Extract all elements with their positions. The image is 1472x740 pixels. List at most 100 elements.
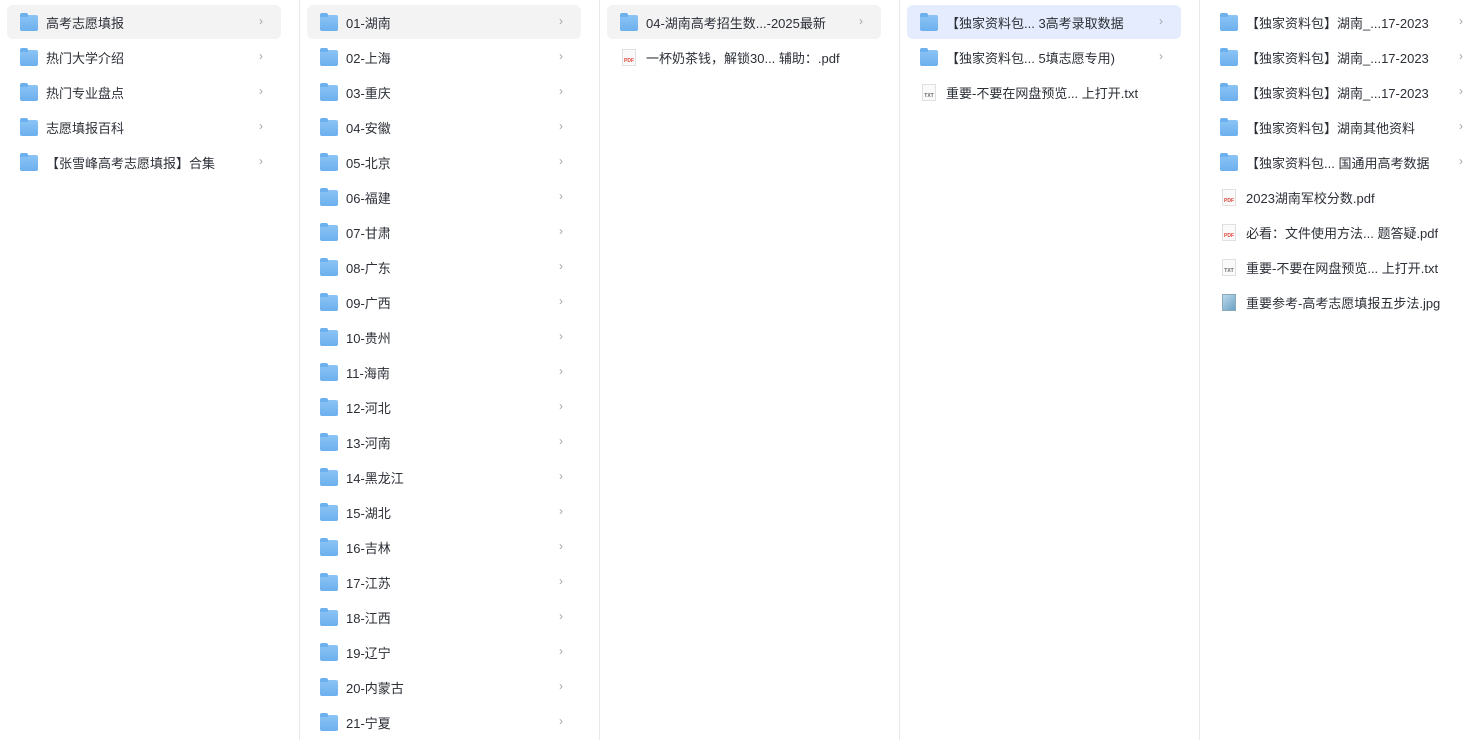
folder-item[interactable]: 热门专业盘点 › bbox=[7, 75, 281, 109]
folder-icon bbox=[320, 117, 338, 136]
item-label: 21-宁夏 bbox=[346, 715, 391, 731]
item-label: 重要-不要在网盘预览... 上打开.txt bbox=[946, 85, 1139, 101]
item-label: 14-黑龙江 bbox=[346, 470, 404, 486]
folder-item[interactable]: 18-江西 › bbox=[307, 600, 581, 634]
folder-item[interactable]: 【张雪峰高考志愿填报】合集 › bbox=[7, 145, 281, 179]
folder-item[interactable]: 15-湖北 › bbox=[307, 495, 581, 529]
item-label: 热门大学介绍 bbox=[46, 50, 125, 66]
folder-icon bbox=[920, 12, 938, 31]
folder-item[interactable]: 20-内蒙古 › bbox=[307, 670, 581, 704]
chevron-right-icon: › bbox=[559, 14, 563, 28]
folder-item[interactable]: 03-重庆 › bbox=[307, 75, 581, 109]
folder-item[interactable]: 13-河南 › bbox=[307, 425, 581, 459]
item-label: 09-广西 bbox=[346, 295, 391, 311]
chevron-right-icon: › bbox=[559, 329, 563, 343]
chevron-right-icon: › bbox=[259, 119, 263, 133]
folder-icon bbox=[20, 47, 38, 66]
chevron-right-icon: › bbox=[559, 399, 563, 413]
folder-item[interactable]: 21-宁夏 › bbox=[307, 705, 581, 739]
chevron-right-icon: › bbox=[559, 504, 563, 518]
chevron-right-icon: › bbox=[259, 154, 263, 168]
file-item[interactable]: PDF 必看：文件使用方法... 题答疑.pdf bbox=[1207, 215, 1472, 249]
folder-item[interactable]: 09-广西 › bbox=[307, 285, 581, 319]
folder-item[interactable]: 04-湖南高考招生数...-2025最新 › bbox=[607, 5, 881, 39]
folder-item[interactable]: 04-安徽 › bbox=[307, 110, 581, 144]
item-label: 【张雪峰高考志愿填报】合集 bbox=[46, 155, 216, 171]
chevron-right-icon: › bbox=[559, 154, 563, 168]
folder-item[interactable]: 06-福建 › bbox=[307, 180, 581, 214]
file-type-badge: PDF bbox=[1224, 197, 1234, 204]
item-label: 2023湖南军校分数.pdf bbox=[1246, 190, 1375, 206]
chevron-right-icon: › bbox=[559, 189, 563, 203]
folder-item[interactable]: 07-甘肃 › bbox=[307, 215, 581, 249]
folder-icon bbox=[320, 257, 338, 276]
folder-item[interactable]: 高考志愿填报 › bbox=[7, 5, 281, 39]
folder-item[interactable]: 14-黑龙江 › bbox=[307, 460, 581, 494]
folder-item[interactable]: 16-吉林 › bbox=[307, 530, 581, 564]
folder-item[interactable]: 【独家资料包... 3高考录取数据 › bbox=[907, 5, 1181, 39]
folder-item[interactable]: 05-北京 › bbox=[307, 145, 581, 179]
item-label: 01-湖南 bbox=[346, 15, 391, 31]
item-label: 16-吉林 bbox=[346, 540, 391, 556]
file-item[interactable]: 重要参考-高考志愿填报五步法.jpg bbox=[1207, 285, 1472, 319]
chevron-right-icon: › bbox=[259, 84, 263, 98]
item-label: 志愿填报百科 bbox=[46, 120, 125, 136]
item-label: 12-河北 bbox=[346, 400, 391, 416]
folder-item[interactable]: 10-贵州 › bbox=[307, 320, 581, 354]
file-item[interactable]: PDF 一杯奶茶钱，解锁30... 辅助：.pdf bbox=[607, 40, 881, 74]
folder-icon bbox=[20, 152, 38, 171]
folder-icon bbox=[320, 292, 338, 311]
folder-item[interactable]: 【独家资料包】湖南_...17-2023 › bbox=[1207, 5, 1472, 39]
item-label: 11-海南 bbox=[346, 365, 390, 381]
folder-icon bbox=[320, 712, 338, 731]
file-type-badge: TXT bbox=[1224, 267, 1234, 274]
folder-item[interactable]: 11-海南 › bbox=[307, 355, 581, 389]
column-4: 【独家资料包... 3高考录取数据 › 【独家资料包... 5填志愿专用) › TXT 重… bbox=[900, 0, 1200, 740]
folder-item[interactable]: 【独家资料包】湖南_...17-2023 › bbox=[1207, 40, 1472, 74]
folder-item[interactable]: 【独家资料包】湖南其他资料 › bbox=[1207, 110, 1472, 144]
item-label: 高考志愿填报 bbox=[46, 15, 125, 31]
folder-icon bbox=[320, 222, 338, 241]
pdf-file-icon: PDF bbox=[622, 48, 636, 66]
folder-item[interactable]: 【独家资料包... 国通用高考数据 › bbox=[1207, 145, 1472, 179]
folder-item[interactable]: 【独家资料包】湖南_...17-2023 › bbox=[1207, 75, 1472, 109]
folder-icon bbox=[20, 12, 38, 31]
item-label: 必看：文件使用方法... 题答疑.pdf bbox=[1246, 225, 1439, 241]
chevron-right-icon: › bbox=[559, 714, 563, 728]
file-item[interactable]: TXT 重要-不要在网盘预览... 上打开.txt bbox=[907, 75, 1181, 109]
folder-icon bbox=[320, 187, 338, 206]
item-label: 【独家资料包】湖南_...17-2023 bbox=[1246, 50, 1429, 66]
chevron-right-icon: › bbox=[259, 49, 263, 63]
column-3: 04-湖南高考招生数...-2025最新 › PDF 一杯奶茶钱，解锁30... 辅助… bbox=[600, 0, 900, 740]
folder-item[interactable]: 17-江苏 › bbox=[307, 565, 581, 599]
folder-item[interactable]: 02-上海 › bbox=[307, 40, 581, 74]
folder-item[interactable]: 12-河北 › bbox=[307, 390, 581, 424]
column-1: 高考志愿填报 › 热门大学介绍 › 热门专业盘点 › 志愿填报百科 › 【张雪峰高考志愿填报】合… bbox=[0, 0, 300, 740]
folder-icon bbox=[320, 47, 338, 66]
item-label: 18-江西 bbox=[346, 610, 391, 626]
item-label: 13-河南 bbox=[346, 435, 391, 451]
folder-icon bbox=[1220, 152, 1238, 171]
chevron-right-icon: › bbox=[259, 14, 263, 28]
folder-item[interactable]: 热门大学介绍 › bbox=[7, 40, 281, 74]
folder-item[interactable]: 01-湖南 › bbox=[307, 5, 581, 39]
chevron-right-icon: › bbox=[559, 469, 563, 483]
pdf-file-icon: PDF bbox=[1222, 223, 1236, 241]
column-browser: 高考志愿填报 › 热门大学介绍 › 热门专业盘点 › 志愿填报百科 › 【张雪峰高考志愿填报】合… bbox=[0, 0, 1472, 740]
folder-icon bbox=[320, 397, 338, 416]
chevron-right-icon: › bbox=[559, 609, 563, 623]
chevron-right-icon: › bbox=[1459, 119, 1463, 133]
chevron-right-icon: › bbox=[559, 294, 563, 308]
folder-item[interactable]: 19-辽宁 › bbox=[307, 635, 581, 669]
item-label: 重要参考-高考志愿填报五步法.jpg bbox=[1246, 295, 1441, 311]
chevron-right-icon: › bbox=[559, 49, 563, 63]
chevron-right-icon: › bbox=[559, 539, 563, 553]
folder-item[interactable]: 08-广东 › bbox=[307, 250, 581, 284]
file-item[interactable]: PDF 2023湖南军校分数.pdf bbox=[1207, 180, 1472, 214]
item-label: 08-广东 bbox=[346, 260, 391, 276]
folder-item[interactable]: 【独家资料包... 5填志愿专用) › bbox=[907, 40, 1181, 74]
folder-item[interactable]: 志愿填报百科 › bbox=[7, 110, 281, 144]
file-item[interactable]: TXT 重要-不要在网盘预览... 上打开.txt bbox=[1207, 250, 1472, 284]
chevron-right-icon: › bbox=[559, 84, 563, 98]
folder-icon bbox=[1220, 47, 1238, 66]
